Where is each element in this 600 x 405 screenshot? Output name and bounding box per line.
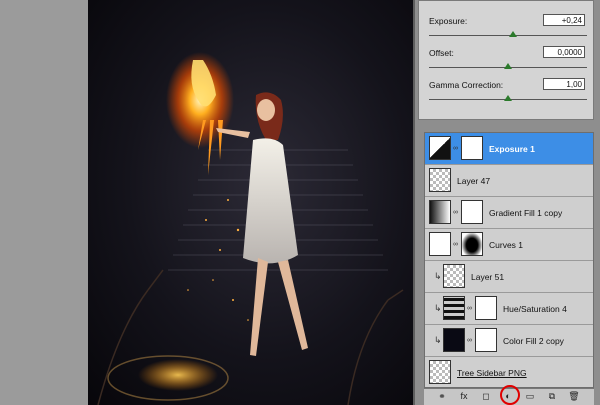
mask-link-icon[interactable]: ∞ <box>453 209 459 217</box>
clipping-arrow-icon: ↳ <box>434 335 442 345</box>
mask-link-icon[interactable]: ∞ <box>453 145 459 153</box>
layers-panel: ∞ Exposure 1 Layer 47 ∞ Gradient Fill 1 copy… <box>424 132 594 388</box>
layer-mask-thumbnail[interactable] <box>461 200 483 224</box>
color-fill-icon[interactable] <box>443 328 465 352</box>
add-mask-icon[interactable]: ◻ <box>480 391 492 402</box>
new-group-icon[interactable]: ▭ <box>524 391 536 402</box>
offset-label: Offset: <box>429 48 454 58</box>
gamma-input[interactable]: 1,00 <box>543 78 585 90</box>
gamma-row: Gamma Correction: 1,00 <box>429 78 589 116</box>
layer-name: Layer 47 <box>457 176 491 186</box>
layer-row[interactable]: ↳ Layer 51 <box>425 261 593 293</box>
exposure-input[interactable]: +0,24 <box>543 14 585 26</box>
mask-link-icon[interactable]: ∞ <box>467 337 473 345</box>
layer-mask-thumbnail[interactable] <box>475 296 497 320</box>
mask-link-icon[interactable]: ∞ <box>467 305 473 313</box>
offset-slider-thumb[interactable] <box>504 63 512 69</box>
new-layer-icon[interactable]: ⧉ <box>546 391 558 402</box>
exposure-label: Exposure: <box>429 16 468 26</box>
gamma-slider-thumb[interactable] <box>504 95 512 101</box>
exposure-slider-thumb[interactable] <box>508 31 517 37</box>
left-gray-strip <box>0 0 88 405</box>
layer-name: Layer 51 <box>471 272 505 282</box>
clipping-arrow-icon: ↳ <box>434 271 442 281</box>
exposure-adjustment-icon[interactable] <box>429 136 451 160</box>
layer-row[interactable]: Layer 47 <box>425 165 593 197</box>
layer-name: Color Fill 2 copy <box>503 336 564 346</box>
layer-row[interactable]: ∞ Curves 1 <box>425 229 593 261</box>
layer-name: Tree Sidebar PNG <box>457 368 527 378</box>
layer-mask-thumbnail[interactable] <box>461 232 483 256</box>
layer-mask-thumbnail[interactable] <box>461 136 483 160</box>
mask-link-icon[interactable]: ∞ <box>453 241 459 249</box>
gradient-fill-icon[interactable] <box>429 200 451 224</box>
layer-mask-thumbnail[interactable] <box>475 328 497 352</box>
fx-icon[interactable]: fx <box>458 391 470 402</box>
layer-name: Curves 1 <box>489 240 524 250</box>
layer-name: Hue/Saturation 4 <box>503 304 567 314</box>
layer-thumbnail[interactable] <box>429 168 451 192</box>
link-layers-icon[interactable]: ⚭ <box>436 391 448 402</box>
trash-icon[interactable]: 🗑 <box>568 391 580 402</box>
layer-name: Exposure 1 <box>489 144 535 154</box>
layer-thumbnail[interactable] <box>429 360 451 384</box>
curves-icon[interactable] <box>429 232 451 256</box>
image-canvas[interactable] <box>88 0 413 405</box>
gamma-label: Gamma Correction: <box>429 80 504 90</box>
highlight-circle <box>500 385 520 405</box>
layer-row[interactable]: ↳ ∞ Color Fill 2 copy <box>425 325 593 357</box>
layer-row[interactable]: ↳ ∞ Hue/Saturation 4 <box>425 293 593 325</box>
layer-row[interactable]: Tree Sidebar PNG <box>425 357 593 387</box>
layer-name: Gradient Fill 1 copy <box>489 208 563 218</box>
clipping-arrow-icon: ↳ <box>434 303 442 313</box>
layer-thumbnail[interactable] <box>443 264 465 288</box>
offset-input[interactable]: 0,0000 <box>543 46 585 58</box>
hue-saturation-icon[interactable] <box>443 296 465 320</box>
layer-row[interactable]: ∞ Exposure 1 <box>425 133 593 165</box>
exposure-adjustment-panel: Exposure: +0,24 Offset: 0,0000 Gamma Cor… <box>418 0 594 120</box>
layer-row[interactable]: ∞ Gradient Fill 1 copy <box>425 197 593 229</box>
artwork <box>97 52 404 405</box>
